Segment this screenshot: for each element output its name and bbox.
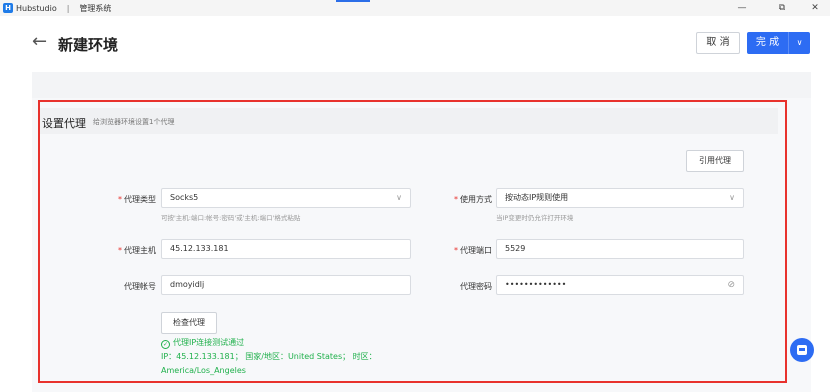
page-title: 新建环境 [58, 36, 119, 54]
done-button-label[interactable]: 完 成 [747, 32, 789, 54]
save-fab-button[interactable] [790, 338, 814, 362]
arrow-left-icon[interactable]: ← [32, 33, 47, 51]
done-button[interactable]: 完 成 ∨ [747, 32, 810, 54]
app-section: 管理系统 [79, 3, 112, 13]
title-separator: | [66, 3, 70, 13]
restore-button[interactable]: ⧉ [767, 0, 797, 16]
content-top-strip [32, 72, 811, 98]
save-icon [797, 345, 807, 355]
minimize-button[interactable]: — [727, 0, 757, 16]
page-header: ← 新建环境 取 消 完 成 ∨ [0, 16, 830, 68]
app-name: Hubstudio [16, 3, 57, 13]
cancel-button[interactable]: 取 消 [696, 32, 740, 54]
highlight-box [38, 100, 787, 383]
close-window-button[interactable]: ✕ [800, 0, 830, 16]
window-titlebar: H Hubstudio | 管理系统 — ⧉ ✕ [0, 0, 830, 16]
hubstudio-logo-icon: H [3, 3, 13, 13]
chevron-down-icon[interactable]: ∨ [789, 32, 810, 54]
active-indicator [336, 0, 370, 2]
